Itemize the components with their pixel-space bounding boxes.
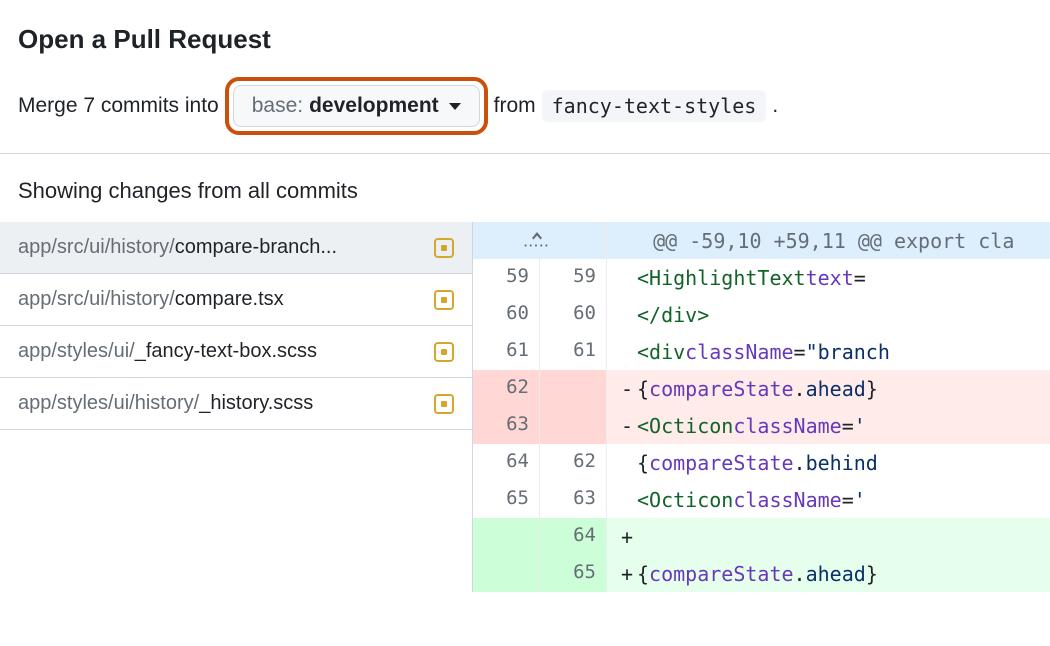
diff-line: 65+ {compareState.ahead}	[473, 555, 1050, 592]
code-content: {compareState.behind	[607, 444, 1050, 481]
new-line-number: 65	[540, 555, 607, 592]
diff-line: 6161 <div className="branch	[473, 333, 1050, 370]
code-content: <div className="branch	[607, 333, 1050, 370]
diff-content: app/src/ui/history/compare-branch... app/…	[0, 222, 1050, 592]
modified-icon	[434, 394, 454, 414]
old-line-number: 64	[473, 444, 540, 481]
page-title: Open a Pull Request	[18, 24, 1032, 55]
diff-line: 6060 </div>	[473, 296, 1050, 333]
code-content: - {compareState.ahead}	[607, 370, 1050, 407]
hunk-text: @@ -59,10 +59,11 @@ export cla	[607, 222, 1050, 259]
diff-line: 6563 <Octicon className='	[473, 481, 1050, 518]
old-line-number: 65	[473, 481, 540, 518]
diff-line: 64+	[473, 518, 1050, 555]
source-branch-chip: fancy-text-styles	[542, 90, 767, 122]
base-branch-highlight: base: development	[225, 77, 488, 135]
new-line-number	[540, 370, 607, 407]
diff-line: 5959 <HighlightText text=	[473, 259, 1050, 296]
file-row[interactable]: app/styles/ui/_fancy-text-box.scss	[0, 326, 472, 378]
old-line-number: 60	[473, 296, 540, 333]
expand-hunk-button[interactable]: •••••	[473, 222, 607, 259]
new-line-number: 62	[540, 444, 607, 481]
base-label: base:	[252, 94, 303, 118]
from-label: from	[494, 94, 536, 118]
merge-prefix: Merge 7 commits into	[18, 94, 219, 118]
base-branch-name: development	[309, 94, 439, 118]
file-path: app/src/ui/history/compare-branch...	[18, 236, 424, 259]
file-path: app/src/ui/history/compare.tsx	[18, 288, 424, 311]
file-row[interactable]: app/src/ui/history/compare.tsx	[0, 274, 472, 326]
diff-line: 6462 {compareState.behind	[473, 444, 1050, 481]
old-line-number	[473, 555, 540, 592]
file-path: app/styles/ui/history/_history.scss	[18, 392, 424, 415]
code-content: - <Octicon className='	[607, 407, 1050, 444]
old-line-number: 61	[473, 333, 540, 370]
diff-line: 63 - <Octicon className='	[473, 407, 1050, 444]
chevron-down-icon	[449, 103, 461, 110]
code-content: </div>	[607, 296, 1050, 333]
period: .	[772, 94, 778, 118]
new-line-number: 63	[540, 481, 607, 518]
base-branch-dropdown[interactable]: base: development	[233, 85, 480, 127]
file-list: app/src/ui/history/compare-branch... app/…	[0, 222, 473, 592]
pr-header: Open a Pull Request Merge 7 commits into…	[0, 0, 1050, 153]
code-content: + {compareState.ahead}	[607, 555, 1050, 592]
file-row[interactable]: app/styles/ui/history/_history.scss	[0, 378, 472, 430]
changes-subheader: Showing changes from all commits	[0, 154, 1050, 222]
old-line-number: 62	[473, 370, 540, 407]
modified-icon	[434, 342, 454, 362]
new-line-number: 64	[540, 518, 607, 555]
new-line-number: 59	[540, 259, 607, 296]
diff-line: 62 - {compareState.ahead}	[473, 370, 1050, 407]
file-path: app/styles/ui/_fancy-text-box.scss	[18, 340, 424, 363]
modified-icon	[434, 238, 454, 258]
old-line-number: 63	[473, 407, 540, 444]
diff-viewer: ••••• @@ -59,10 +59,11 @@ export cla5959…	[473, 222, 1050, 592]
code-content: +	[607, 518, 1050, 555]
old-line-number: 59	[473, 259, 540, 296]
new-line-number: 61	[540, 333, 607, 370]
file-row[interactable]: app/src/ui/history/compare-branch...	[0, 222, 472, 274]
old-line-number	[473, 518, 540, 555]
modified-icon	[434, 290, 454, 310]
code-content: <HighlightText text=	[607, 259, 1050, 296]
code-content: <Octicon className='	[607, 481, 1050, 518]
merge-summary: Merge 7 commits into base: development f…	[18, 77, 1032, 135]
new-line-number: 60	[540, 296, 607, 333]
new-line-number	[540, 407, 607, 444]
hunk-header: ••••• @@ -59,10 +59,11 @@ export cla	[473, 222, 1050, 259]
